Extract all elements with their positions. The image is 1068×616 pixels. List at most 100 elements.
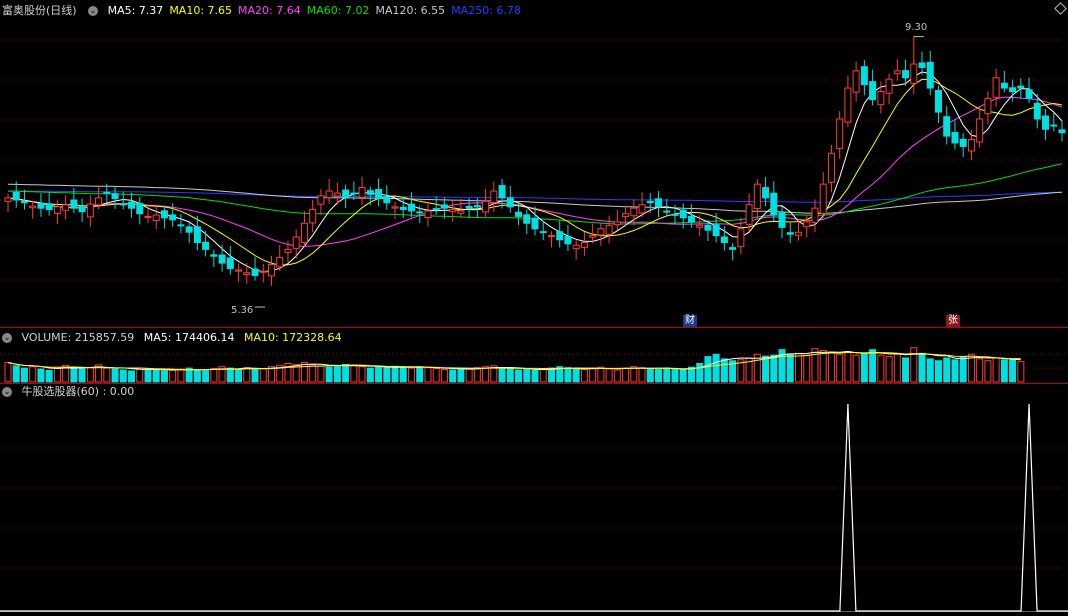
volume-bar [169, 369, 177, 383]
candle [967, 129, 975, 161]
candle-body [1017, 85, 1025, 89]
ma250-line [8, 190, 1063, 203]
candle-body [572, 244, 580, 250]
candle [934, 85, 942, 124]
volume-bar [152, 369, 160, 383]
candle-body [852, 70, 860, 93]
candle-body [284, 248, 292, 253]
volume-bar [457, 367, 465, 383]
candle-body [729, 247, 737, 250]
volume-ma5: MA5: 174406.14 [143, 331, 235, 344]
volume-bar [136, 367, 144, 383]
candle-body [144, 215, 152, 218]
collapse-icon[interactable]: ⌄ [88, 6, 99, 16]
candle [391, 201, 399, 219]
candle-body [943, 116, 951, 137]
finance-marker[interactable]: 财 [683, 315, 697, 327]
volume-bar [976, 358, 984, 383]
rise-marker[interactable]: 张 [946, 315, 960, 327]
candle-body [745, 204, 753, 225]
collapse-icon[interactable]: ⌄ [2, 333, 12, 343]
volume-bar [70, 366, 78, 383]
candle-body [704, 224, 712, 231]
volume-panel-header: ⌄ VOLUME: 215857.59 MA5: 174406.14 MA10:… [2, 331, 348, 345]
candle [613, 209, 621, 230]
candle-body [358, 187, 366, 198]
candle [943, 106, 951, 145]
volume-bar [20, 367, 28, 383]
volume-bar [572, 368, 580, 383]
candle-body [951, 131, 959, 144]
volume-bar [177, 368, 185, 383]
ma-legend-item: MA5: 7.37 [107, 4, 164, 17]
volume-bar [836, 353, 844, 383]
volume-bar [580, 369, 588, 383]
candle [910, 59, 918, 95]
candle [819, 171, 827, 218]
candle [811, 199, 819, 233]
grid-lines [0, 39, 1068, 612]
candle-body [325, 190, 333, 199]
volume-bar [638, 367, 646, 383]
candle [580, 232, 588, 256]
volume-bar [910, 347, 918, 383]
ma-legend-item: MA20: 7.64 [238, 4, 301, 17]
volume-bar [893, 353, 901, 383]
candle-body [300, 222, 308, 243]
candle-body [268, 263, 275, 277]
candle [218, 244, 226, 272]
candle-body [580, 242, 588, 248]
candle [136, 196, 144, 225]
candle [1017, 78, 1025, 99]
candle [383, 185, 391, 210]
candle-body [795, 231, 802, 236]
candle-body [86, 203, 94, 218]
candle [564, 224, 572, 252]
candle [29, 200, 37, 219]
candle-body [62, 204, 70, 211]
stock-title[interactable]: 富奥股份(日线) [2, 4, 77, 17]
collapse-icon[interactable]: ⌄ [2, 387, 12, 397]
candle-body [663, 210, 671, 213]
volume-bar [399, 366, 407, 383]
candle [860, 59, 868, 96]
candle [869, 69, 877, 106]
candle-body [482, 200, 490, 213]
candle [976, 106, 984, 148]
candle [177, 213, 185, 234]
candle-body [226, 257, 234, 270]
candle-body [1033, 102, 1041, 120]
candle-body [1009, 87, 1017, 93]
candle [482, 189, 490, 217]
candle-body [869, 81, 877, 101]
candle-body [119, 203, 127, 206]
candle-body [342, 189, 350, 198]
volume-bar [407, 367, 415, 383]
volume-bar [482, 366, 490, 383]
volume-bar [885, 356, 893, 383]
moving-average-lines [7, 71, 1063, 273]
volume-bar [762, 355, 770, 383]
candle-body [12, 191, 20, 201]
candle [1009, 79, 1017, 102]
candle-body [753, 183, 761, 210]
candle [226, 245, 234, 275]
candle [300, 210, 308, 248]
candle [309, 200, 317, 233]
volume-bar [325, 366, 333, 383]
candle-body [556, 231, 564, 241]
candle-body [1058, 129, 1066, 134]
volume-bar [943, 357, 951, 383]
candle [350, 181, 358, 200]
volume-bar [498, 367, 506, 383]
volume-bar [111, 368, 119, 383]
candle [984, 91, 992, 125]
chart-canvas[interactable] [0, 0, 1068, 616]
volume-bar [449, 369, 457, 383]
volume-bar [193, 369, 201, 383]
volume-bar [144, 368, 152, 383]
candle [498, 178, 506, 209]
candle-body [317, 195, 325, 205]
volume-bar [506, 368, 514, 383]
volume-bar [712, 353, 720, 383]
